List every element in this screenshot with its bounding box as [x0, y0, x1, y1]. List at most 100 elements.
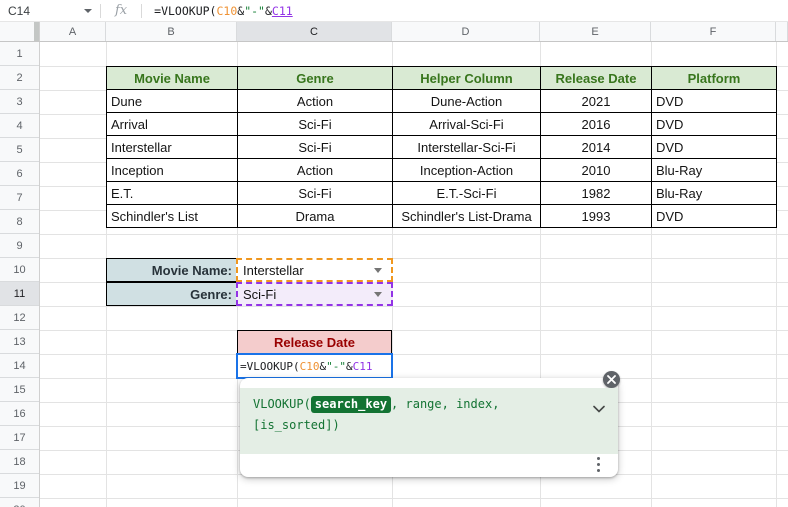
fx-icon: fx [115, 3, 128, 18]
table-cell[interactable]: Action [237, 158, 393, 182]
select-all-corner[interactable] [0, 22, 40, 41]
movie-name-label-cell[interactable]: Movie Name: [106, 258, 237, 282]
table-cell[interactable]: Inception-Action [392, 158, 541, 182]
table-cell[interactable]: DVD [651, 89, 777, 113]
table-cell[interactable]: Arrival [106, 112, 238, 136]
formula-syntax-panel: VLOOKUP(search_key, range, index, [is_so… [240, 388, 618, 454]
table-cell[interactable]: Drama [237, 204, 393, 228]
table-cell[interactable]: Dune [106, 89, 238, 113]
table-cell[interactable]: Sci-Fi [237, 181, 393, 205]
table-cell[interactable]: 1982 [540, 181, 652, 205]
column-header-c[interactable]: C [237, 22, 392, 41]
table-header-cell[interactable]: Movie Name [106, 66, 238, 90]
active-formula-cell[interactable]: =VLOOKUP(C10 & "-" & C11 [236, 353, 393, 379]
dropdown-arrow-icon[interactable] [374, 267, 382, 273]
table-row: Dune Action Dune-Action 2021 DVD [106, 89, 777, 113]
dropdown-arrow-icon[interactable] [374, 291, 382, 297]
formula-input[interactable]: =VLOOKUP(C10&"-"&C11 [154, 4, 293, 18]
row-header-12[interactable]: 12 [0, 306, 39, 330]
column-header-b[interactable]: B [106, 22, 237, 41]
table-header-cell[interactable]: Genre [237, 66, 393, 90]
release-date-header-cell[interactable]: Release Date [237, 330, 392, 354]
row-header-15[interactable]: 15 [0, 378, 39, 402]
table-cell[interactable]: 1993 [540, 204, 652, 228]
table-cell[interactable]: 2010 [540, 158, 652, 182]
table-cell[interactable]: Schindler's List [106, 204, 238, 228]
row-header-18[interactable]: 18 [0, 450, 39, 474]
name-box[interactable]: C14 [0, 0, 100, 21]
sheet-grid[interactable]: Movie Name Genre Helper Column Release D… [40, 42, 788, 507]
row-header-9[interactable]: 9 [0, 234, 39, 258]
table-cell[interactable]: Interstellar-Sci-Fi [392, 135, 541, 159]
table-cell[interactable]: 2016 [540, 112, 652, 136]
table-cell[interactable]: 2021 [540, 89, 652, 113]
gridline [40, 498, 788, 499]
table-header-cell[interactable]: Release Date [540, 66, 652, 90]
row-header-8[interactable]: 8 [0, 210, 39, 234]
column-header-e[interactable]: E [540, 22, 651, 41]
row-header-19[interactable]: 19 [0, 474, 39, 498]
formula-token-string: "-" [326, 359, 346, 373]
row-header-6[interactable]: 6 [0, 162, 39, 186]
name-box-value: C14 [8, 3, 31, 18]
movie-name-dropdown[interactable]: Interstellar [236, 258, 393, 282]
syntax-text: VLOOKUP( [253, 397, 311, 411]
close-icon[interactable] [603, 371, 620, 388]
name-box-caret-icon[interactable] [84, 8, 92, 13]
table-cell[interactable]: DVD [651, 204, 777, 228]
table-cell[interactable]: Arrival-Sci-Fi [392, 112, 541, 136]
syntax-line-1: VLOOKUP(search_key, range, index, [253, 396, 582, 413]
collapse-chevron-icon[interactable] [593, 405, 605, 413]
gridline [40, 234, 788, 235]
row-header-2[interactable]: 2 [0, 66, 39, 90]
table-cell[interactable]: E.T.-Sci-Fi [392, 181, 541, 205]
table-row: Schindler's List Drama Schindler's List-… [106, 204, 777, 228]
table-row: Arrival Sci-Fi Arrival-Sci-Fi 2016 DVD [106, 112, 777, 136]
row-header-7[interactable]: 7 [0, 186, 39, 210]
table-cell[interactable]: Schindler's List-Drama [392, 204, 541, 228]
table-cell[interactable]: Sci-Fi [237, 135, 393, 159]
formula-token: =VLOOKUP( [240, 359, 300, 373]
formula-token-ref1: C10 [299, 359, 320, 373]
table-cell[interactable]: Sci-Fi [237, 112, 393, 136]
table-cell[interactable]: Blu-Ray [651, 158, 777, 182]
movie-table: Movie Name Genre Helper Column Release D… [106, 66, 777, 228]
table-cell[interactable]: Dune-Action [392, 89, 541, 113]
row-header-11[interactable]: 11 [0, 282, 39, 306]
table-row: E.T. Sci-Fi E.T.-Sci-Fi 1982 Blu-Ray [106, 181, 777, 205]
table-cell[interactable]: Interstellar [106, 135, 238, 159]
syntax-text: , range, index, [391, 397, 500, 411]
table-header-cell[interactable]: Platform [651, 66, 777, 90]
column-header-a[interactable]: A [40, 22, 106, 41]
genre-label-cell[interactable]: Genre: [106, 282, 237, 306]
row-header-10[interactable]: 10 [0, 258, 39, 282]
table-cell[interactable]: DVD [651, 135, 777, 159]
table-cell[interactable]: E.T. [106, 181, 238, 205]
table-cell[interactable]: 2014 [540, 135, 652, 159]
row-header-3[interactable]: 3 [0, 90, 39, 114]
genre-dropdown[interactable]: Sci-Fi [236, 282, 393, 306]
row-header-20[interactable]: 20 [0, 498, 39, 507]
table-header-cell[interactable]: Helper Column [392, 66, 541, 90]
column-header-d[interactable]: D [392, 22, 540, 41]
column-header-partial[interactable] [776, 22, 788, 41]
row-header-1[interactable]: 1 [0, 42, 39, 66]
gridline [40, 330, 788, 331]
formula-token-ref2: C11 [271, 3, 293, 18]
row-header-13[interactable]: 13 [0, 330, 39, 354]
row-header-17[interactable]: 17 [0, 426, 39, 450]
row-header-14[interactable]: 14 [0, 354, 39, 378]
column-headers: ABCDEF [40, 22, 788, 41]
row-header-16[interactable]: 16 [0, 402, 39, 426]
table-cell[interactable]: Inception [106, 158, 238, 182]
column-header-f[interactable]: F [651, 22, 776, 41]
movie-name-dropdown-value: Interstellar [243, 262, 304, 278]
more-options-icon[interactable] [597, 455, 600, 473]
row-header-4[interactable]: 4 [0, 114, 39, 138]
table-cell[interactable]: Action [237, 89, 393, 113]
formula-token: & [264, 3, 272, 18]
divider [100, 3, 101, 18]
table-cell[interactable]: Blu-Ray [651, 181, 777, 205]
row-header-5[interactable]: 5 [0, 138, 39, 162]
table-cell[interactable]: DVD [651, 112, 777, 136]
